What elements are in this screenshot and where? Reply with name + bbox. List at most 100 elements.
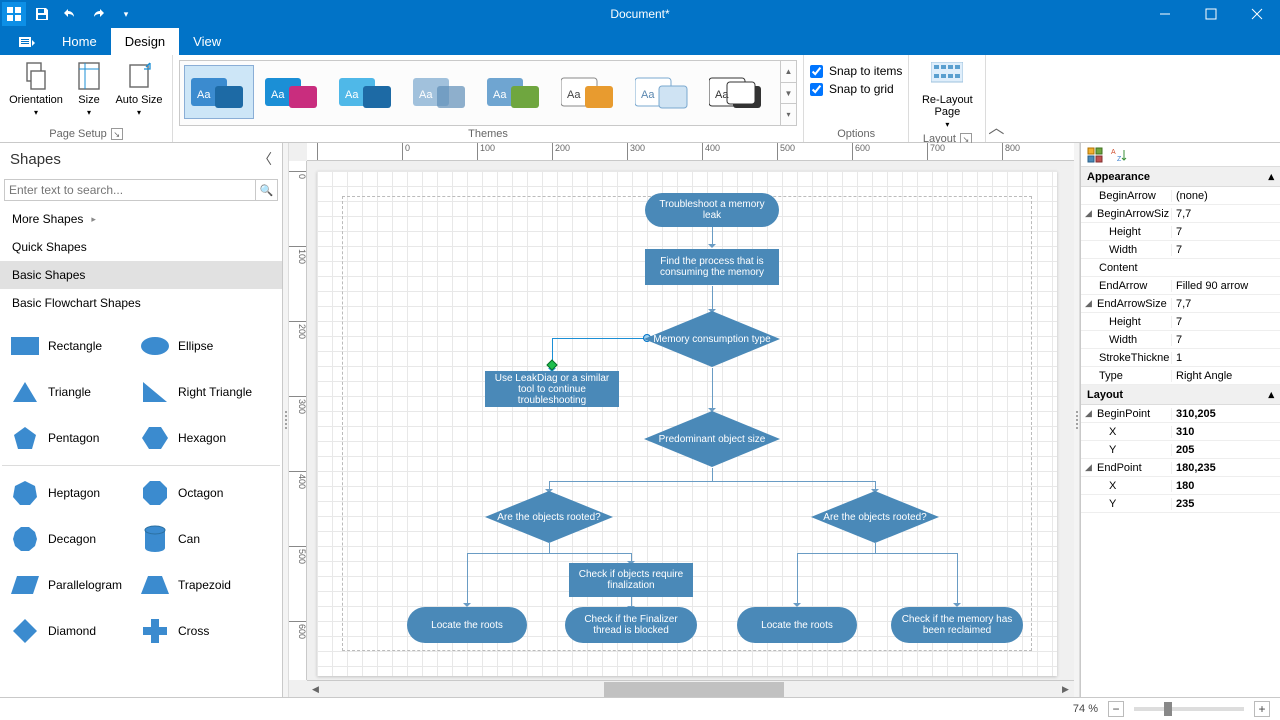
themes-gallery[interactable]: Aa Aa Aa Aa Aa Aa Aa Aa ▲ ▼ ▾: [179, 60, 797, 126]
expand-icon[interactable]: ◢: [1085, 208, 1095, 219]
canvas-viewport[interactable]: Troubleshoot a memory leak Find the proc…: [307, 161, 1074, 680]
flow-node[interactable]: Check if the memory has been reclaimed: [891, 607, 1023, 643]
flow-decision[interactable]: [642, 409, 782, 469]
tab-design[interactable]: Design: [111, 28, 179, 55]
canvas-area: 0 100 200 300 400 500 600 700 800 0 100 …: [289, 143, 1074, 697]
flow-node[interactable]: Check if objects require finalization: [569, 563, 693, 597]
svg-text:Aa: Aa: [567, 89, 581, 101]
tab-home[interactable]: Home: [48, 28, 111, 55]
flow-decision[interactable]: [642, 309, 782, 369]
theme-item[interactable]: Aa: [628, 65, 698, 119]
shape-heptagon[interactable]: Heptagon: [2, 470, 132, 516]
snap-to-grid-checkbox[interactable]: Snap to grid: [810, 82, 894, 96]
expand-icon[interactable]: ◢: [1085, 298, 1095, 309]
more-shapes-item[interactable]: More Shapes ▸: [0, 205, 282, 233]
basic-shapes-item[interactable]: Basic Shapes: [0, 261, 282, 289]
svg-text:Aa: Aa: [197, 89, 211, 101]
svg-text:A: A: [1111, 149, 1116, 156]
shape-triangle[interactable]: Triangle: [2, 369, 132, 415]
shape-rectangle[interactable]: Rectangle: [2, 323, 132, 369]
qat-customize-icon[interactable]: ▾: [114, 2, 138, 26]
zoom-out-button[interactable]: −: [1108, 701, 1124, 717]
theme-item[interactable]: Aa: [258, 65, 328, 119]
horizontal-scrollbar[interactable]: ◀ ▶: [307, 680, 1074, 697]
flow-node[interactable]: Troubleshoot a memory leak: [645, 193, 779, 227]
snap-to-items-checkbox[interactable]: Snap to items: [810, 64, 902, 78]
save-icon[interactable]: [30, 2, 54, 26]
layout-section[interactable]: Layout▴: [1081, 385, 1280, 405]
svg-text:Aa: Aa: [345, 89, 359, 101]
undo-icon[interactable]: [58, 2, 82, 26]
redo-icon[interactable]: [86, 2, 110, 26]
theme-item[interactable]: Aa: [184, 65, 254, 119]
shape-trapezoid[interactable]: Trapezoid: [132, 562, 262, 608]
tab-view[interactable]: View: [179, 28, 235, 55]
scroll-right-icon[interactable]: ▶: [1057, 681, 1074, 698]
svg-text:Aa: Aa: [641, 89, 655, 101]
flow-decision[interactable]: [809, 489, 941, 545]
shape-cross[interactable]: Cross: [132, 608, 262, 654]
ribbon-collapse-icon[interactable]: ︿: [986, 55, 1006, 142]
autosize-button[interactable]: Auto Size▾: [112, 58, 166, 119]
document-title: Document*: [138, 7, 1142, 21]
shape-ellipse[interactable]: Ellipse: [132, 323, 262, 369]
close-button[interactable]: [1234, 0, 1280, 28]
shapes-list: Rectangle Ellipse Triangle Right Triangl…: [0, 317, 282, 697]
relayout-button[interactable]: Re-Layout Page▾: [915, 58, 979, 131]
size-button[interactable]: Size▾: [68, 58, 110, 119]
expand-icon[interactable]: ◢: [1085, 408, 1095, 419]
theme-item[interactable]: Aa: [406, 65, 476, 119]
shape-pentagon[interactable]: Pentagon: [2, 415, 132, 461]
svg-text:Aa: Aa: [271, 89, 285, 101]
theme-item[interactable]: Aa: [480, 65, 550, 119]
shapes-collapse-icon[interactable]: 〈: [258, 149, 272, 169]
svg-text:Z: Z: [1117, 156, 1122, 163]
theme-item[interactable]: Aa: [702, 65, 772, 119]
horizontal-ruler: 0 100 200 300 400 500 600 700 800: [307, 143, 1074, 161]
properties-panel: AZ Appearance▴ BeginArrow(none) ◢BeginAr…: [1080, 143, 1280, 697]
alphabetical-icon[interactable]: AZ: [1109, 145, 1129, 165]
orientation-button[interactable]: Orientation▾: [6, 58, 66, 119]
zoom-in-button[interactable]: +: [1254, 701, 1270, 717]
flow-node[interactable]: Locate the roots: [407, 607, 527, 643]
group-options: Snap to items Snap to grid Options: [804, 55, 909, 142]
flowchart-shapes-item[interactable]: Basic Flowchart Shapes: [0, 289, 282, 317]
theme-item[interactable]: Aa: [332, 65, 402, 119]
scroll-left-icon[interactable]: ◀: [307, 681, 324, 698]
flow-decision[interactable]: [483, 489, 615, 545]
maximize-button[interactable]: [1188, 0, 1234, 28]
flow-node[interactable]: Use LeakDiag or a similar tool to contin…: [485, 371, 619, 407]
search-icon[interactable]: 🔍: [256, 179, 278, 201]
shapes-search-input[interactable]: [4, 179, 256, 201]
gallery-up-icon[interactable]: ▲: [781, 61, 796, 83]
canvas-page[interactable]: Troubleshoot a memory leak Find the proc…: [317, 171, 1057, 676]
expand-icon[interactable]: ◢: [1085, 462, 1095, 473]
minimize-button[interactable]: [1142, 0, 1188, 28]
group-themes: Aa Aa Aa Aa Aa Aa Aa Aa ▲ ▼ ▾ Themes: [173, 55, 804, 142]
zoom-slider[interactable]: [1134, 707, 1244, 711]
appearance-section[interactable]: Appearance▴: [1081, 167, 1280, 187]
flow-node[interactable]: Locate the roots: [737, 607, 857, 643]
shapes-panel: Shapes 〈 🔍 More Shapes ▸ Quick Shapes Ba…: [0, 143, 283, 697]
shape-decagon[interactable]: Decagon: [2, 516, 132, 562]
categorized-icon[interactable]: [1085, 145, 1105, 165]
gallery-more-icon[interactable]: ▾: [781, 104, 796, 125]
quick-shapes-item[interactable]: Quick Shapes: [0, 233, 282, 261]
theme-item[interactable]: Aa: [554, 65, 624, 119]
gallery-down-icon[interactable]: ▼: [781, 83, 796, 105]
shape-hexagon[interactable]: Hexagon: [132, 415, 262, 461]
shape-right-triangle[interactable]: Right Triangle: [132, 369, 262, 415]
page-setup-launcher-icon[interactable]: ↘: [111, 128, 123, 140]
zoom-value: 74 %: [1073, 703, 1098, 715]
shape-diamond[interactable]: Diamond: [2, 608, 132, 654]
flow-node[interactable]: Find the process that is consuming the m…: [645, 249, 779, 285]
shape-parallelogram[interactable]: Parallelogram: [2, 562, 132, 608]
app-icon[interactable]: [2, 2, 26, 26]
shape-octagon[interactable]: Octagon: [132, 470, 262, 516]
group-page-setup: Orientation▾ Size▾ Auto Size▾ Page Setup…: [0, 55, 173, 142]
flow-node[interactable]: Check if the Finalizer thread is blocked: [565, 607, 697, 643]
shapes-title: Shapes: [10, 151, 61, 168]
svg-text:Aa: Aa: [493, 89, 507, 101]
file-tab[interactable]: [8, 28, 48, 55]
shape-can[interactable]: Can: [132, 516, 262, 562]
